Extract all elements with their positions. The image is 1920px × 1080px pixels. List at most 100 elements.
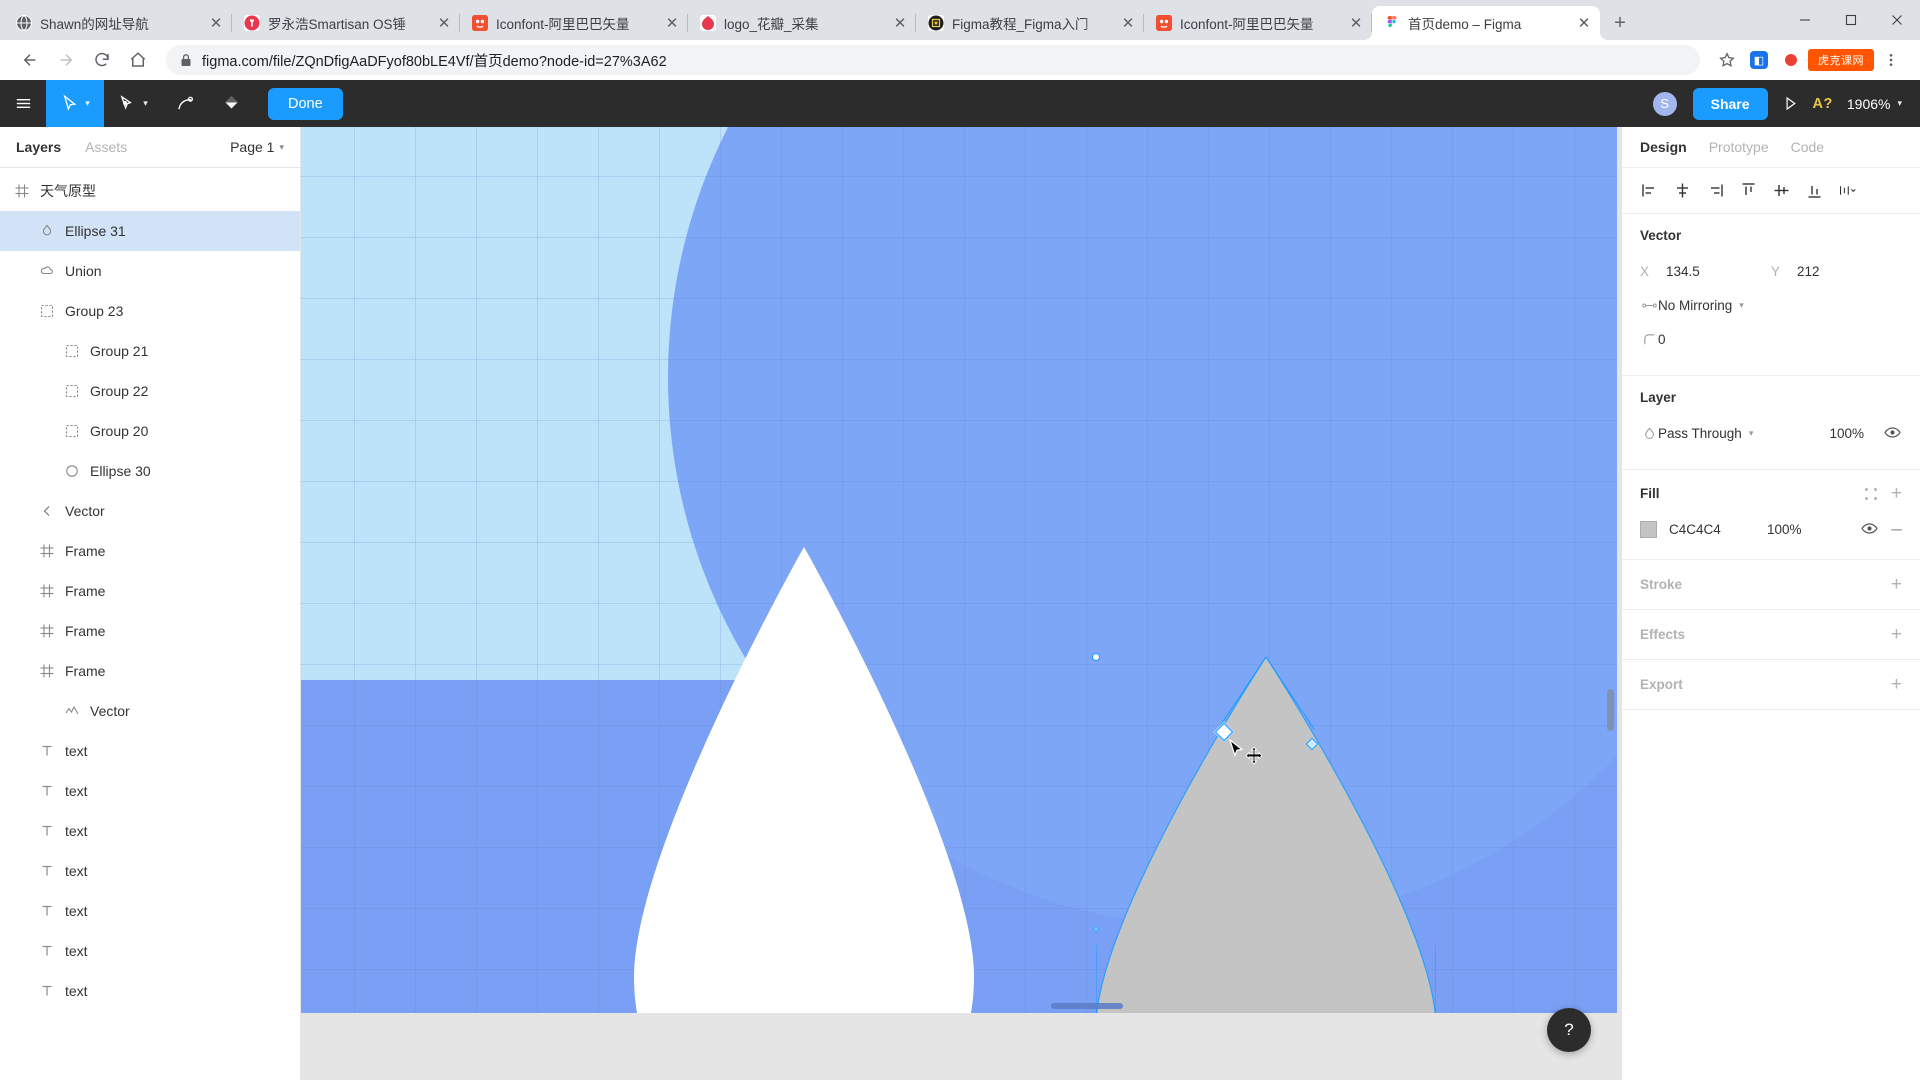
chevron-down-icon[interactable]: ▾ (1897, 98, 1902, 109)
zoom-control[interactable]: 1906% ▾ (1847, 96, 1902, 112)
browser-tab[interactable]: Iconfont-阿里巴巴矢量 ✕ (460, 6, 688, 40)
fill-hex-value[interactable]: C4C4C4 (1669, 522, 1755, 537)
layer-row[interactable]: text (0, 971, 300, 1011)
paint-bucket-tool[interactable] (208, 80, 254, 127)
layer-row[interactable]: text (0, 891, 300, 931)
page-selector[interactable]: Page 1 ▾ (230, 139, 284, 155)
layer-row[interactable]: Ellipse 30 (0, 451, 300, 491)
align-right-icon[interactable] (1704, 180, 1726, 202)
layer-row[interactable]: 天气原型 (0, 171, 300, 211)
align-horizontal-center-icon[interactable] (1671, 180, 1693, 202)
layer-row[interactable]: Vector (0, 691, 300, 731)
eye-icon[interactable] (1861, 520, 1879, 538)
close-icon[interactable]: ✕ (434, 13, 454, 33)
tab-design[interactable]: Design (1640, 139, 1687, 155)
forward-arrow-icon[interactable] (50, 44, 82, 76)
layer-row[interactable]: Union (0, 251, 300, 291)
play-triangle-icon[interactable] (1782, 95, 1799, 112)
canvas-scrollbar-vertical[interactable] (1607, 689, 1614, 731)
figma-canvas[interactable]: ? (301, 127, 1621, 1080)
align-left-icon[interactable] (1638, 180, 1660, 202)
align-bottom-icon[interactable] (1803, 180, 1825, 202)
close-icon[interactable]: ✕ (1574, 13, 1594, 33)
align-vertical-center-icon[interactable] (1770, 180, 1792, 202)
done-button[interactable]: Done (268, 87, 343, 120)
home-icon[interactable] (122, 44, 154, 76)
x-field[interactable]: X 134.5 (1640, 264, 1771, 279)
remove-fill-button[interactable]: – (1891, 520, 1902, 539)
new-tab-button[interactable]: + (1606, 9, 1634, 37)
orange-banner-extension[interactable]: 虎克课网 (1808, 49, 1874, 71)
chevron-down-icon[interactable]: ▾ (143, 98, 148, 109)
layer-row[interactable]: Frame (0, 611, 300, 651)
add-effect-button[interactable]: + (1891, 625, 1902, 644)
y-field[interactable]: Y 212 (1771, 264, 1902, 279)
browser-tab[interactable]: Shawn的网址导航 ✕ (4, 6, 232, 40)
blend-mode-dropdown[interactable]: Pass Through ▾ (1658, 426, 1829, 441)
pen-tool[interactable]: ▾ (104, 80, 162, 127)
back-arrow-icon[interactable] (14, 44, 46, 76)
corner-radius-row[interactable]: 0 (1640, 325, 1902, 353)
layer-row[interactable]: Group 21 (0, 331, 300, 371)
canvas-scrollbar-horizontal[interactable] (1051, 1003, 1123, 1009)
layer-row[interactable]: text (0, 811, 300, 851)
layer-row[interactable]: text (0, 771, 300, 811)
fill-color-swatch[interactable] (1640, 520, 1657, 538)
move-tool[interactable]: ▾ (46, 80, 104, 127)
layer-row[interactable]: text (0, 851, 300, 891)
figma-menu-icon[interactable] (0, 80, 46, 127)
mirroring-row[interactable]: No Mirroring ▾ (1640, 291, 1902, 319)
layer-row[interactable]: text (0, 731, 300, 771)
maximize-button[interactable] (1828, 3, 1874, 37)
vector-point-top[interactable] (1092, 653, 1100, 661)
close-icon[interactable]: ✕ (662, 13, 682, 33)
kebab-menu-icon[interactable] (1876, 45, 1906, 75)
tab-assets[interactable]: Assets (85, 139, 127, 155)
layer-row[interactable]: Ellipse 31 (0, 211, 300, 251)
browser-tab-active[interactable]: 首页demo – Figma ✕ (1364, 6, 1608, 40)
close-icon[interactable]: ✕ (1346, 13, 1366, 33)
fill-opacity-value[interactable]: 100% (1767, 522, 1849, 537)
tab-code[interactable]: Code (1791, 139, 1824, 155)
layer-opacity-value[interactable]: 100% (1829, 426, 1864, 441)
layer-row[interactable]: Group 22 (0, 371, 300, 411)
layer-row[interactable]: text (0, 931, 300, 971)
reload-icon[interactable] (86, 44, 118, 76)
browser-tab[interactable]: Iconfont-阿里巴巴矢量 ✕ (1144, 6, 1372, 40)
add-export-button[interactable]: + (1891, 675, 1902, 694)
window-close-button[interactable] (1874, 3, 1920, 37)
blue-extension-icon[interactable]: ◧ (1744, 45, 1774, 75)
layer-row[interactable]: Frame (0, 531, 300, 571)
tab-layers[interactable]: Layers (16, 139, 61, 155)
vector-control-left-upper[interactable] (1093, 926, 1099, 932)
help-button[interactable]: ? (1547, 1008, 1591, 1052)
eye-icon[interactable] (1884, 424, 1902, 442)
share-button[interactable]: Share (1692, 87, 1768, 120)
tab-prototype[interactable]: Prototype (1709, 139, 1769, 155)
a-badge[interactable]: A? (1813, 96, 1833, 112)
add-fill-button[interactable]: + (1891, 484, 1902, 503)
minimize-button[interactable] (1782, 3, 1828, 37)
close-icon[interactable]: ✕ (206, 13, 226, 33)
align-top-icon[interactable] (1737, 180, 1759, 202)
layer-row[interactable]: Group 20 (0, 411, 300, 451)
bend-tool[interactable] (162, 80, 208, 127)
close-icon[interactable]: ✕ (1118, 13, 1138, 33)
layer-row[interactable]: Frame (0, 571, 300, 611)
chevron-down-icon[interactable]: ▾ (85, 98, 90, 109)
bookmark-star-icon[interactable] (1712, 45, 1742, 75)
red-badge-extension-icon[interactable] (1776, 45, 1806, 75)
layer-row[interactable]: Group 23 (0, 291, 300, 331)
address-bar[interactable]: figma.com/file/ZQnDfigAaDFyof80bLE4Vf/首页… (166, 45, 1700, 75)
mirroring-dropdown[interactable]: No Mirroring ▾ (1658, 298, 1744, 313)
distribute-icon[interactable] (1836, 180, 1858, 202)
browser-tab[interactable]: logo_花瓣_采集 ✕ (688, 6, 916, 40)
browser-tab[interactable]: Figma教程_Figma入门 ✕ (916, 6, 1144, 40)
avatar[interactable]: S (1650, 89, 1679, 118)
browser-tab[interactable]: 罗永浩Smartisan OS锤 ✕ (232, 6, 460, 40)
four-dots-icon[interactable] (1864, 487, 1877, 500)
layer-row[interactable]: Vector (0, 491, 300, 531)
layer-row[interactable]: Frame (0, 651, 300, 691)
add-stroke-button[interactable]: + (1891, 575, 1902, 594)
close-icon[interactable]: ✕ (890, 13, 910, 33)
